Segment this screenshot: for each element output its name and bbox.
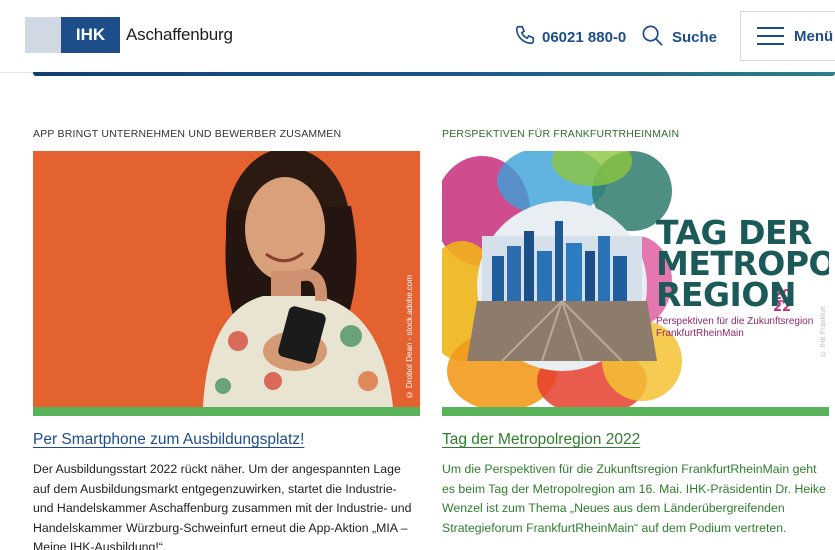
menu-button[interactable]: Menü: [740, 11, 835, 61]
hamburger-icon: [757, 27, 784, 45]
image-subtitle-line-1: Perspektiven für die Zukunftsregion: [656, 316, 814, 327]
card-title-link[interactable]: Per Smartphone zum Ausbildungsplatz!: [33, 431, 420, 449]
card-image-metropolregion[interactable]: 20 22 TAG DER METROPOL REGION Perspektiv…: [442, 151, 829, 407]
teaser-card-metropolregion: PERSPEKTIVEN FÜR FRANKFURTRHEINMAIN 20 2…: [442, 128, 829, 538]
search-label: Suche: [672, 29, 718, 46]
card-accent-bar: [442, 407, 829, 416]
card-teaser-text: Um die Perspektiven für die Zukunftsregi…: [442, 462, 826, 535]
woman-smartphone-illustration: [33, 151, 420, 407]
phone-icon: [514, 24, 536, 50]
menu-label: Menü: [794, 27, 834, 45]
logo-grey-block: [25, 17, 62, 53]
search-icon: [641, 24, 664, 51]
image-title-line-3: REGION: [656, 275, 796, 314]
image-credit: © Drobot Dean - stock.adobe.com: [405, 274, 414, 399]
image-credit: © IHK Frankfurt: [820, 306, 827, 357]
header-accent-bar: [33, 72, 835, 76]
card-kicker: APP BRINGT UNTERNEHMEN UND BEWERBER ZUSA…: [33, 128, 342, 140]
card-accent-bar: [33, 407, 420, 416]
card-kicker: PERSPEKTIVEN FÜR FRANKFURTRHEINMAIN: [442, 128, 680, 140]
image-event-title: TAG DER METROPOL REGION: [656, 216, 829, 314]
logo-name: Aschaffenburg: [126, 25, 233, 44]
phone-link[interactable]: 06021 880-0: [514, 24, 626, 50]
card-title-link[interactable]: Tag der Metropolregion 2022: [442, 431, 829, 449]
card-image-woman-smartphone[interactable]: © Drobot Dean - stock.adobe.com: [33, 151, 420, 407]
phone-number: 06021 880-0: [542, 28, 627, 46]
search-button[interactable]: Suche: [641, 24, 717, 51]
card-teaser-text: Der Ausbildungsstart 2022 rückt näher. U…: [33, 462, 412, 550]
image-subtitle-line-2: FrankfurtRheinMain: [656, 328, 744, 339]
image-event-subtitle: Perspektiven für die Zukunftsregion Fran…: [656, 316, 813, 340]
site-header: IHK Aschaffenburg 06021 880-0 Suche Menü: [0, 0, 835, 72]
teaser-card-ausbildung: APP BRINGT UNTERNEHMEN UND BEWERBER ZUSA…: [33, 128, 420, 550]
ihk-logo[interactable]: IHK Aschaffenburg: [25, 17, 233, 53]
logo-mark: IHK: [61, 17, 120, 53]
